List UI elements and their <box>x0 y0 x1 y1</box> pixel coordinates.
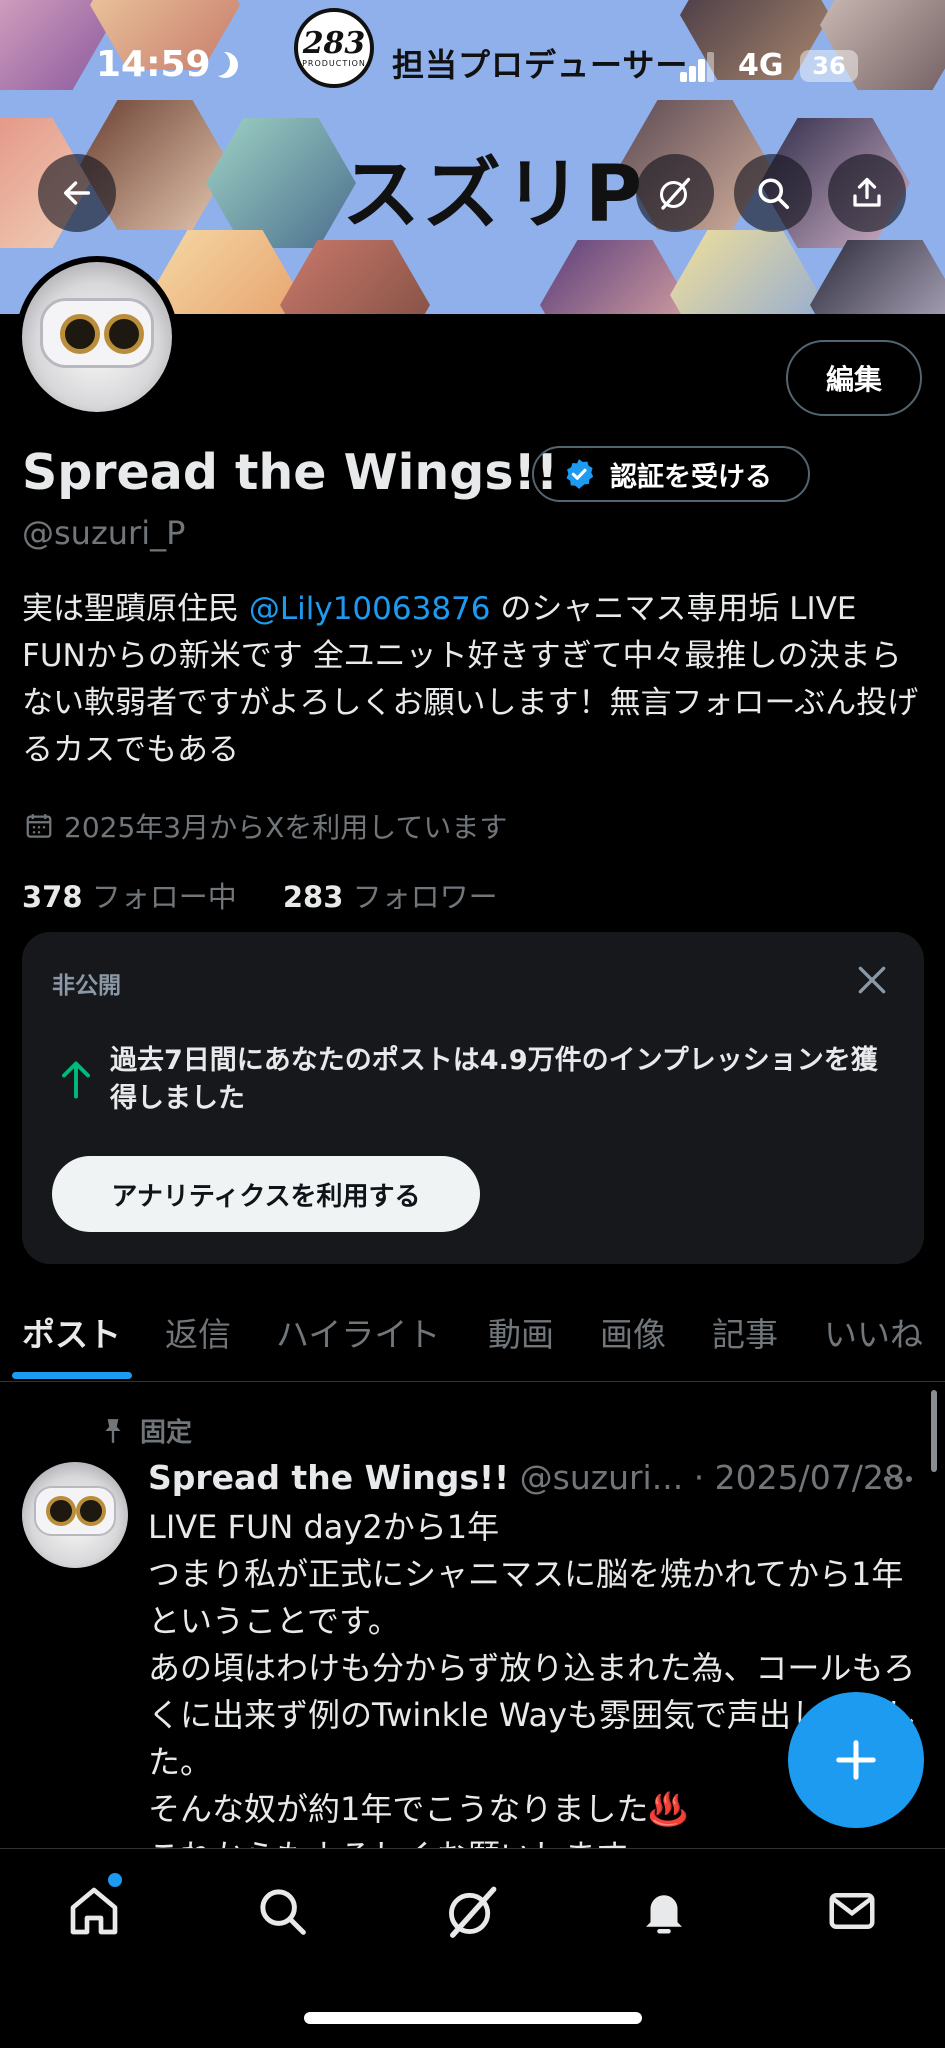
banner-art-tile <box>206 118 356 248</box>
post-author-handle[interactable]: @suzuri... <box>520 1458 684 1497</box>
post-more-button[interactable] <box>884 1476 912 1482</box>
pin-icon <box>105 1418 121 1443</box>
banner-art-tile <box>810 240 945 314</box>
bio-mention-link[interactable]: @Lily10063876 <box>249 591 491 627</box>
logo-number: 283 <box>302 25 366 61</box>
search-icon <box>758 178 790 210</box>
follow-stats: 378 フォロー中 283 フォロワー <box>22 874 498 916</box>
joined-text: 2025年3月からXを利用しています <box>64 811 508 844</box>
pinned-indicator: 固定 <box>100 1412 192 1449</box>
dot <box>895 1476 901 1482</box>
active-tab-indicator <box>12 1372 132 1379</box>
dot <box>884 1476 890 1482</box>
focus-moon-icon <box>212 52 238 78</box>
search-button[interactable] <box>734 154 812 232</box>
tab-likes[interactable]: いいね <box>824 1308 923 1356</box>
back-button[interactable] <box>38 154 116 232</box>
bell-icon <box>646 1895 682 1934</box>
growth-arrow-icon <box>58 1060 94 1104</box>
following-label: フォロー中 <box>91 880 237 914</box>
battery-indicator: 36 <box>800 50 858 82</box>
post-author-name[interactable]: Spread the Wings!! <box>148 1458 509 1497</box>
nav-grok[interactable] <box>442 1881 502 1941</box>
analytics-button[interactable]: アナリティクスを利用する <box>52 1156 480 1232</box>
share-icon <box>853 177 881 207</box>
mail-icon <box>829 1893 875 1929</box>
grok-button[interactable] <box>636 154 714 232</box>
followers-label: フォロワー <box>352 880 498 914</box>
plus-icon <box>836 1740 876 1780</box>
edit-profile-button[interactable]: 編集 <box>786 340 922 416</box>
joined-date: 2025年3月からXを利用しています <box>24 806 507 846</box>
banner-art-tile <box>0 0 110 90</box>
tab-images[interactable]: 画像 <box>600 1308 666 1356</box>
dismiss-card-button[interactable] <box>852 960 892 1000</box>
home-icon <box>70 1887 118 1935</box>
status-time: 14:59 <box>96 44 211 85</box>
compose-post-button[interactable] <box>788 1692 924 1828</box>
profile-avatar[interactable] <box>16 256 178 418</box>
banner-art-tile <box>280 240 430 314</box>
display-name: Spread the Wings!! <box>22 444 559 501</box>
private-analytics-card: 非公開 過去7日間にあなたのポストは4.9万件のインプレッションを獲得しました … <box>22 932 924 1264</box>
banner-role-text: 担当プロデューサー <box>392 46 689 84</box>
back-arrow-icon <box>63 181 91 205</box>
signal-icon <box>680 50 716 82</box>
grok-icon <box>660 177 691 210</box>
banner-art-tile <box>540 240 690 314</box>
followers-link[interactable]: 283 フォロワー <box>283 880 498 914</box>
grok-icon <box>449 1886 497 1938</box>
bio-text: 実は聖蹟原住民 <box>22 591 249 627</box>
earbuds-photo <box>22 262 172 412</box>
followers-count: 283 <box>282 880 344 914</box>
get-verified-label: 認証を受ける <box>610 461 772 493</box>
network-type: 4G <box>738 48 784 83</box>
home-indicator[interactable] <box>304 2012 642 2024</box>
nav-messages[interactable] <box>822 1881 882 1941</box>
verified-badge-icon <box>566 459 594 489</box>
profile-tabs: ポスト 返信 ハイライト 動画 画像 記事 いいね <box>0 1294 945 1382</box>
share-button[interactable] <box>828 154 906 232</box>
pinned-label: 固定 <box>140 1418 193 1448</box>
nav-home[interactable] <box>64 1881 124 1941</box>
tab-articles[interactable]: 記事 <box>712 1308 778 1356</box>
dot <box>906 1476 912 1482</box>
close-icon <box>858 966 886 994</box>
logo-sub: PRODUCTION <box>302 58 366 68</box>
tab-highlights[interactable]: ハイライト <box>276 1308 440 1356</box>
production-logo: 283 PRODUCTION <box>294 8 374 88</box>
impressions-message: 過去7日間にあなたのポストは4.9万件のインプレッションを獲得しました <box>110 1045 878 1114</box>
nav-explore[interactable] <box>252 1881 312 1941</box>
get-verified-button[interactable]: 認証を受ける <box>532 446 810 502</box>
post-date[interactable]: · 2025/07/28 <box>694 1458 905 1497</box>
nav-notifications[interactable] <box>634 1881 694 1941</box>
tab-replies[interactable]: 返信 <box>165 1308 231 1356</box>
calendar-icon <box>26 814 52 838</box>
home-notification-dot <box>108 1873 122 1887</box>
tab-posts[interactable]: ポスト <box>22 1308 121 1356</box>
user-handle: @suzuri_P <box>22 514 186 552</box>
search-icon <box>260 1889 306 1935</box>
banner-name-text: スズリP <box>342 150 646 240</box>
scrollbar[interactable] <box>931 1390 937 1472</box>
following-count: 378 <box>22 880 83 914</box>
tab-videos[interactable]: 動画 <box>488 1308 554 1356</box>
profile-bio: 実は聖蹟原住民 @Lily10063876 のシャニマス専用垢 LIVE FUN… <box>22 586 927 774</box>
post-author-avatar[interactable] <box>22 1462 128 1568</box>
post-header: Spread the Wings!! @suzuri... · 2025/07/… <box>148 1458 905 1497</box>
private-label: 非公開 <box>52 973 121 999</box>
following-link[interactable]: 378 フォロー中 <box>22 880 237 914</box>
